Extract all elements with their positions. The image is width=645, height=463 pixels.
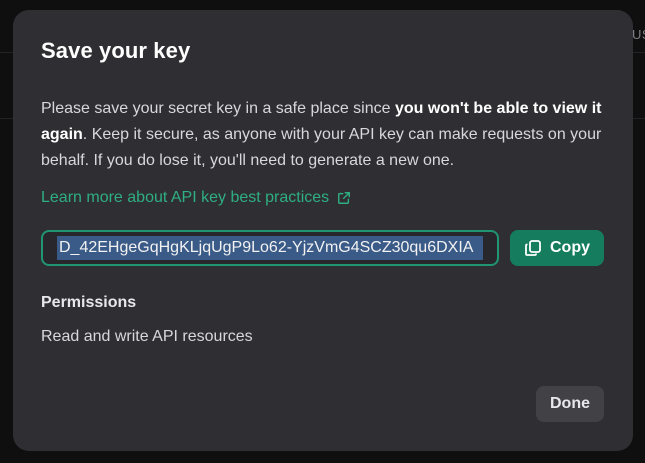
save-key-dialog: Save your key Please save your secret ke… [13, 10, 633, 451]
dialog-title: Save your key [41, 38, 191, 63]
done-button[interactable]: Done [536, 386, 604, 422]
dialog-description: Please save your secret key in a safe pl… [41, 96, 609, 174]
secret-key-input[interactable] [57, 236, 483, 260]
learn-more-link[interactable]: Learn more about API key best practices [41, 189, 351, 207]
external-link-icon [338, 192, 351, 204]
secret-key-field[interactable] [41, 230, 499, 266]
permissions-value: Read and write API resources [41, 328, 253, 345]
permissions-label: Permissions [41, 294, 137, 311]
copy-button-label: Copy [550, 239, 590, 256]
learn-more-link-label: Learn more about API key best practices [41, 189, 330, 206]
description-text: Please save your secret key in a safe pl… [41, 100, 395, 117]
copy-icon [525, 240, 541, 256]
background-partial-text: US [631, 27, 645, 42]
description-text: . Keep it secure, as anyone with your AP… [41, 126, 602, 169]
copy-button[interactable]: Copy [510, 230, 604, 266]
